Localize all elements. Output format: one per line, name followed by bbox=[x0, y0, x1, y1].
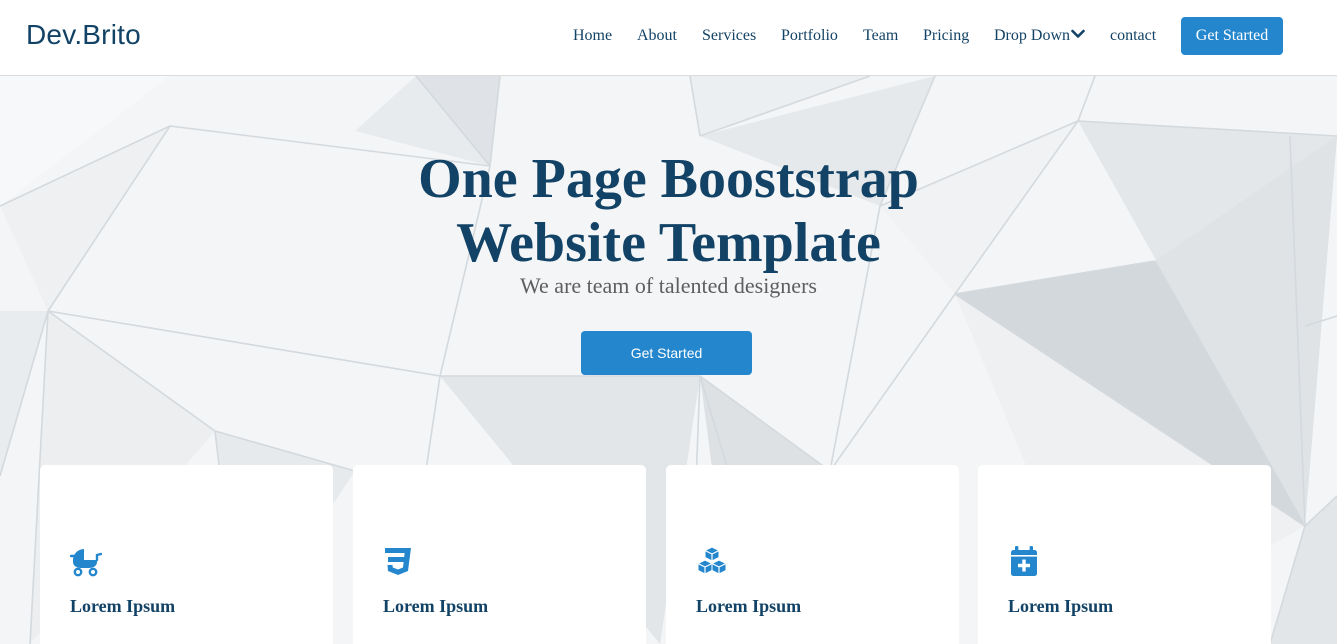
feature-card[interactable]: Lorem Ipsum bbox=[666, 465, 959, 644]
hero-title-line-1: One Page Booststrap bbox=[418, 148, 919, 210]
baby-carriage-icon bbox=[69, 545, 103, 577]
nav-item-contact[interactable]: contact bbox=[1110, 27, 1156, 45]
main-nav: Home About Services Portfolio Team Prici… bbox=[0, 0, 1337, 76]
feature-card[interactable]: Lorem Ipsum bbox=[353, 465, 646, 644]
feature-card[interactable]: Lorem Ipsum bbox=[978, 465, 1271, 644]
hero-subtitle: We are team of talented designers bbox=[520, 273, 817, 298]
calendar-plus-icon bbox=[1008, 545, 1040, 577]
feature-card-title: Lorem Ipsum bbox=[70, 596, 176, 616]
nav-item-pricing[interactable]: Pricing bbox=[923, 27, 969, 45]
cubes-icon bbox=[696, 545, 728, 577]
feature-card-title: Lorem Ipsum bbox=[696, 596, 802, 616]
css3-icon bbox=[383, 545, 415, 577]
hero-title: One Page Booststrap Website Template bbox=[0, 147, 1337, 275]
header-get-started-button[interactable]: Get Started bbox=[1181, 17, 1283, 55]
nav-item-portfolio[interactable]: Portfolio bbox=[781, 27, 838, 45]
feature-card[interactable]: Lorem Ipsum bbox=[40, 465, 333, 644]
chevron-down-icon bbox=[1071, 26, 1085, 44]
hero-get-started-button[interactable]: Get Started bbox=[581, 331, 752, 375]
nav-item-dropdown[interactable]: Drop Down bbox=[994, 27, 1085, 45]
site-header: Dev.Brito Home About Services Portfolio … bbox=[0, 0, 1337, 76]
nav-item-home[interactable]: Home bbox=[573, 27, 612, 45]
nav-item-dropdown-label: Drop Down bbox=[994, 27, 1070, 44]
nav-item-team[interactable]: Team bbox=[863, 27, 898, 45]
feature-card-title: Lorem Ipsum bbox=[1008, 596, 1114, 616]
hero-title-line-2: Website Template bbox=[456, 212, 881, 274]
feature-card-title: Lorem Ipsum bbox=[383, 596, 489, 616]
nav-item-about[interactable]: About bbox=[637, 27, 677, 45]
nav-item-services[interactable]: Services bbox=[702, 27, 756, 45]
